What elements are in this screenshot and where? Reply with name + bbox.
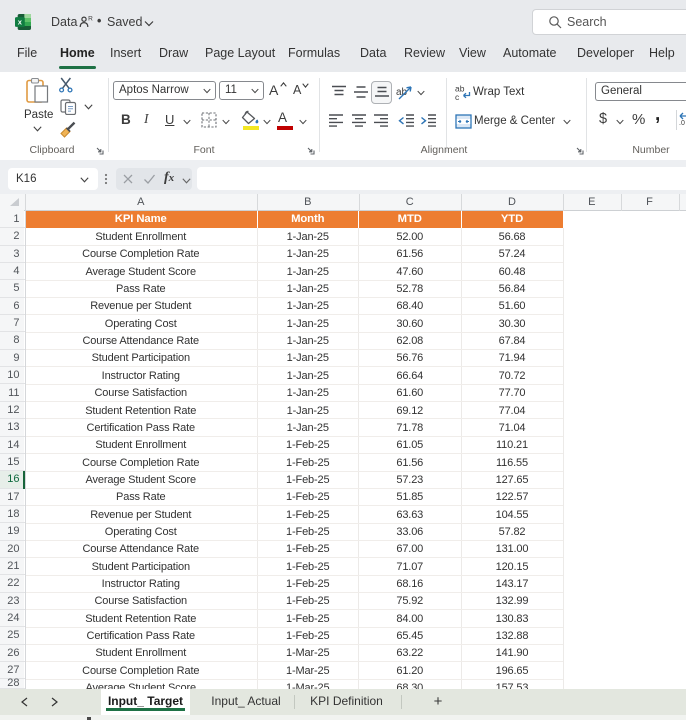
svg-text:.0: .0 bbox=[679, 120, 685, 126]
svg-text:R: R bbox=[88, 16, 93, 23]
